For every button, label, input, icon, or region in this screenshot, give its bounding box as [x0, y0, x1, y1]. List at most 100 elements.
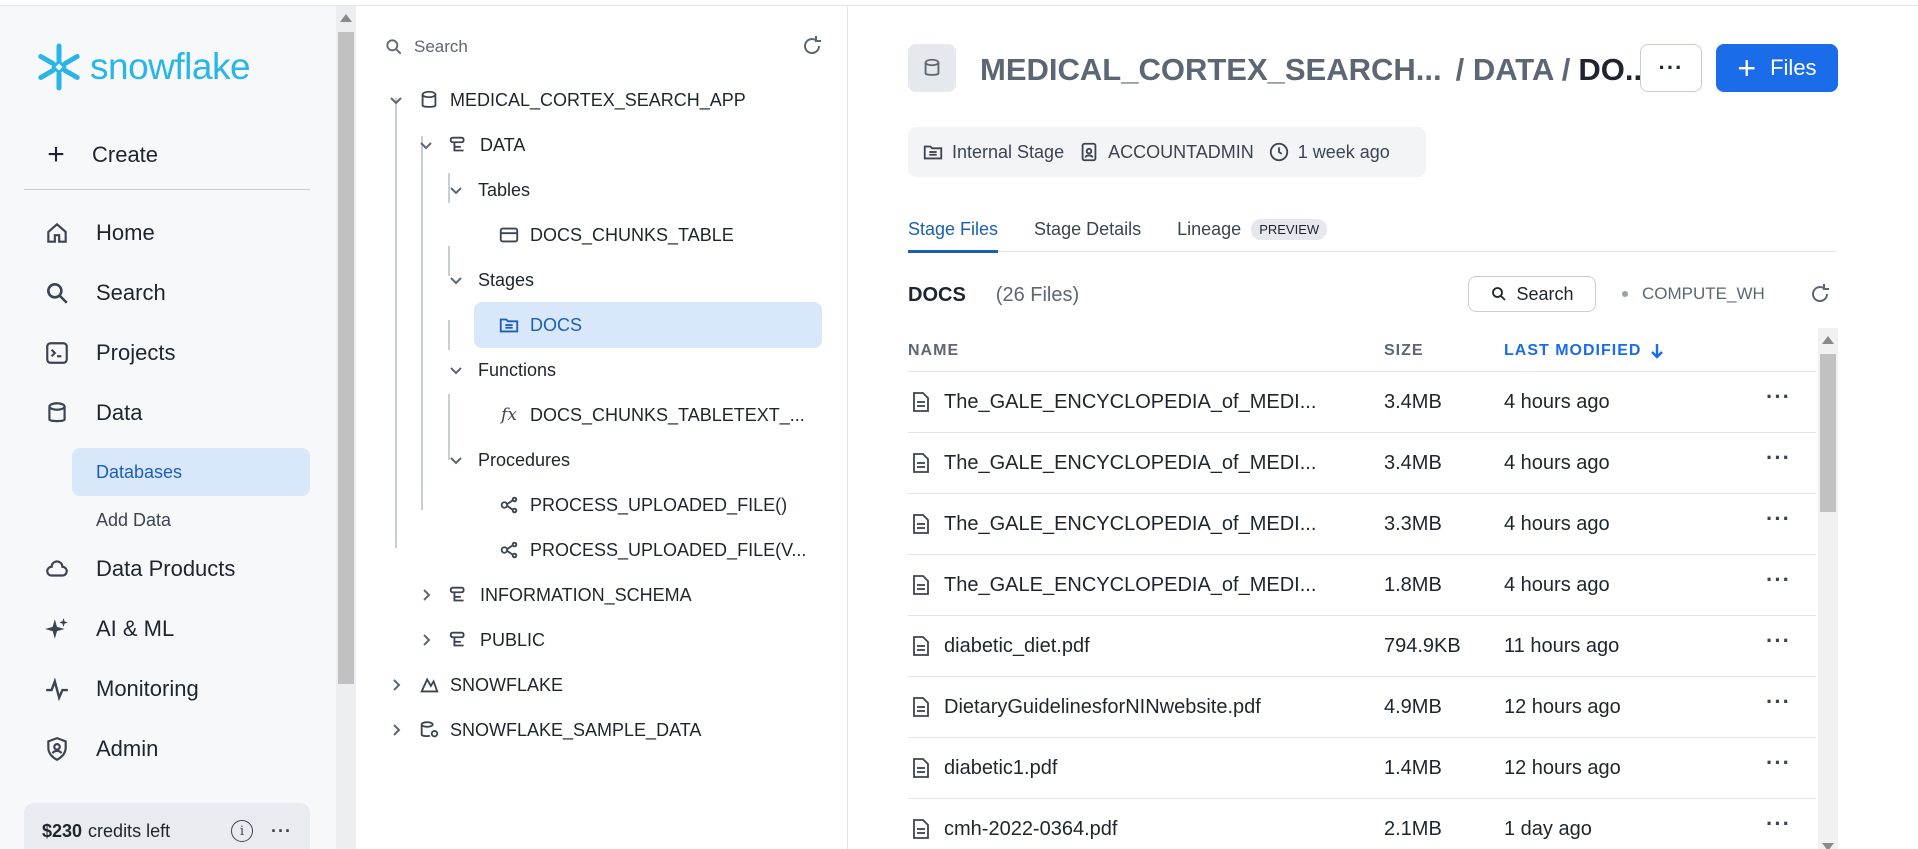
tree-search-input[interactable]: Search: [384, 32, 824, 62]
tree-node-function[interactable]: fx DOCS_CHUNKS_TABLETEXT_...: [498, 397, 805, 433]
scroll-up-arrow-icon[interactable]: [1822, 336, 1834, 344]
file-row[interactable]: diabetic_diet.pdf 794.9KB 11 hours ago ···: [908, 616, 1816, 677]
nav-item-monitoring[interactable]: Monitoring: [44, 676, 199, 702]
nav-item-data[interactable]: Data: [44, 400, 142, 426]
tab-stage-details[interactable]: Stage Details: [1034, 206, 1141, 252]
file-row[interactable]: The_GALE_ENCYCLOPEDIA_of_MEDI... 3.3MB 4 h…: [908, 494, 1816, 555]
create-button[interactable]: + Create: [44, 138, 158, 172]
tree-node-procedure[interactable]: PROCESS_UPLOADED_FILE(): [498, 487, 787, 523]
chevron-right-icon[interactable]: [388, 722, 404, 738]
row-more-icon[interactable]: ···: [1766, 384, 1791, 410]
row-more-icon[interactable]: ···: [1766, 628, 1791, 654]
credits-panel[interactable]: $230 credits left i ···: [24, 803, 310, 849]
tab-lineage[interactable]: Lineage PREVIEW: [1177, 206, 1328, 252]
file-row[interactable]: diabetic1.pdf 1.4MB 12 hours ago ···: [908, 738, 1816, 799]
nav-sub-databases[interactable]: Databases: [72, 448, 310, 496]
chevron-down-icon[interactable]: [448, 362, 464, 378]
file-name[interactable]: cmh-2022-0364.pdf: [944, 818, 1117, 841]
preview-badge: PREVIEW: [1251, 218, 1328, 240]
snowflake-logo[interactable]: snowflake: [34, 42, 251, 92]
file-search-button[interactable]: Search: [1468, 276, 1596, 312]
chevron-right-icon[interactable]: [418, 632, 434, 648]
file-row[interactable]: The_GALE_ENCYCLOPEDIA_of_MEDI... 1.8MB 4 h…: [908, 555, 1816, 616]
row-more-icon[interactable]: ···: [1766, 750, 1791, 776]
tree-node-schema[interactable]: PUBLIC: [418, 622, 545, 658]
file-name[interactable]: diabetic1.pdf: [944, 757, 1057, 780]
row-more-icon[interactable]: ···: [1766, 506, 1791, 532]
nav-item-data-products[interactable]: Data Products: [44, 556, 235, 582]
tree-guide: [421, 136, 423, 510]
nav-item-ai-ml[interactable]: AI & ML: [44, 616, 174, 642]
tree-node-label: SNOWFLAKE_SAMPLE_DATA: [450, 719, 702, 740]
tree-node-procedures-group[interactable]: Procedures: [448, 442, 570, 478]
tree-node-database[interactable]: SNOWFLAKE_SAMPLE_DATA: [388, 712, 701, 748]
scrollbar-thumb[interactable]: [1820, 354, 1836, 512]
nav-item-home[interactable]: Home: [44, 220, 155, 246]
snowflake-logo-icon: [38, 43, 80, 91]
tree-guide: [448, 320, 450, 350]
row-more-icon[interactable]: ···: [1766, 689, 1791, 715]
file-name[interactable]: diabetic_diet.pdf: [944, 635, 1090, 658]
shared-db-icon: [420, 677, 439, 693]
chevron-right-icon[interactable]: [418, 587, 434, 603]
file-name[interactable]: The_GALE_ENCYCLOPEDIA_of_MEDI...: [944, 513, 1316, 536]
tree-node-database[interactable]: SNOWFLAKE: [388, 667, 563, 703]
refresh-icon[interactable]: [800, 34, 824, 58]
object-explorer: Search MEDICAL_CORTEX_SEARCH_APP DATA Ta…: [358, 6, 848, 849]
more-icon[interactable]: ···: [271, 821, 292, 842]
breadcrumb-database[interactable]: MEDICAL_CORTEX_SEARCH...: [980, 52, 1442, 88]
scrollbar-thumb[interactable]: [338, 32, 354, 684]
scroll-down-arrow-icon[interactable]: [1822, 843, 1834, 849]
file-name[interactable]: The_GALE_ENCYCLOPEDIA_of_MEDI...: [944, 452, 1316, 475]
tree-node-functions-group[interactable]: Functions: [448, 352, 556, 388]
nav-sub-add-data[interactable]: Add Data: [72, 496, 310, 544]
more-actions-button[interactable]: ···: [1640, 44, 1702, 92]
file-name[interactable]: The_GALE_ENCYCLOPEDIA_of_MEDI...: [944, 574, 1316, 597]
tree-node-stage-selected[interactable]: DOCS: [474, 302, 822, 348]
row-more-icon[interactable]: ···: [1766, 445, 1791, 471]
file-row[interactable]: DietaryGuidelinesforNINwebsite.pdf 4.9MB 1…: [908, 677, 1816, 738]
column-name[interactable]: NAME: [908, 342, 959, 360]
chevron-down-icon[interactable]: [418, 137, 434, 153]
tree-node-tables-group[interactable]: Tables: [448, 172, 530, 208]
column-last-modified[interactable]: LAST MODIFIED: [1504, 342, 1665, 360]
info-icon[interactable]: i: [231, 820, 254, 842]
tree-node-table[interactable]: DOCS_CHUNKS_TABLE: [498, 217, 734, 253]
tree-guide: [395, 98, 397, 548]
add-files-button[interactable]: + Files: [1716, 44, 1838, 92]
chevron-right-icon[interactable]: [388, 677, 404, 693]
file-name[interactable]: DietaryGuidelinesforNINwebsite.pdf: [944, 696, 1261, 719]
stage-metadata: Internal Stage ACCOUNTADMIN 1 week ago: [908, 127, 1426, 177]
breadcrumb-schema[interactable]: / DATA /: [1456, 52, 1571, 88]
tree-node-schema[interactable]: DATA: [418, 127, 525, 163]
nav-item-search[interactable]: Search: [44, 280, 166, 306]
tree-node-procedure[interactable]: PROCESS_UPLOADED_FILE(V...: [498, 532, 806, 568]
chevron-down-icon[interactable]: [448, 272, 464, 288]
tree-node-database[interactable]: MEDICAL_CORTEX_SEARCH_APP: [388, 82, 746, 118]
file-icon: [913, 697, 929, 717]
file-name[interactable]: The_GALE_ENCYCLOPEDIA_of_MEDI...: [944, 391, 1316, 414]
chevron-down-icon[interactable]: [448, 182, 464, 198]
nav-item-admin[interactable]: Admin: [44, 736, 158, 762]
column-size[interactable]: SIZE: [1384, 342, 1424, 360]
database-icon: [44, 400, 70, 426]
chevron-down-icon[interactable]: [388, 92, 404, 108]
file-row[interactable]: cmh-2022-0364.pdf 2.1MB 1 day ago ···: [908, 799, 1816, 849]
nav-scrollbar[interactable]: [336, 6, 356, 849]
file-row[interactable]: The_GALE_ENCYCLOPEDIA_of_MEDI... 3.4MB 4 h…: [908, 433, 1816, 494]
tree-node-stages-group[interactable]: Stages: [448, 262, 534, 298]
file-list-scrollbar[interactable]: [1818, 328, 1838, 849]
tree-node-schema[interactable]: INFORMATION_SCHEMA: [418, 577, 692, 613]
nav-item-projects[interactable]: Projects: [44, 340, 175, 366]
chevron-down-icon[interactable]: [448, 452, 464, 468]
file-row[interactable]: The_GALE_ENCYCLOPEDIA_of_MEDI... 3.4MB 4 h…: [908, 372, 1816, 433]
scroll-up-arrow-icon[interactable]: [340, 14, 352, 22]
warehouse-selector[interactable]: COMPUTE_WH: [1622, 284, 1765, 304]
stage-icon: [499, 318, 519, 333]
file-size: 2.1MB: [1384, 818, 1442, 840]
row-more-icon[interactable]: ···: [1766, 567, 1791, 593]
refresh-icon[interactable]: [1808, 282, 1832, 306]
file-modified: 4 hours ago: [1504, 574, 1610, 596]
row-more-icon[interactable]: ···: [1766, 811, 1791, 837]
tab-stage-files[interactable]: Stage Files: [908, 206, 999, 253]
